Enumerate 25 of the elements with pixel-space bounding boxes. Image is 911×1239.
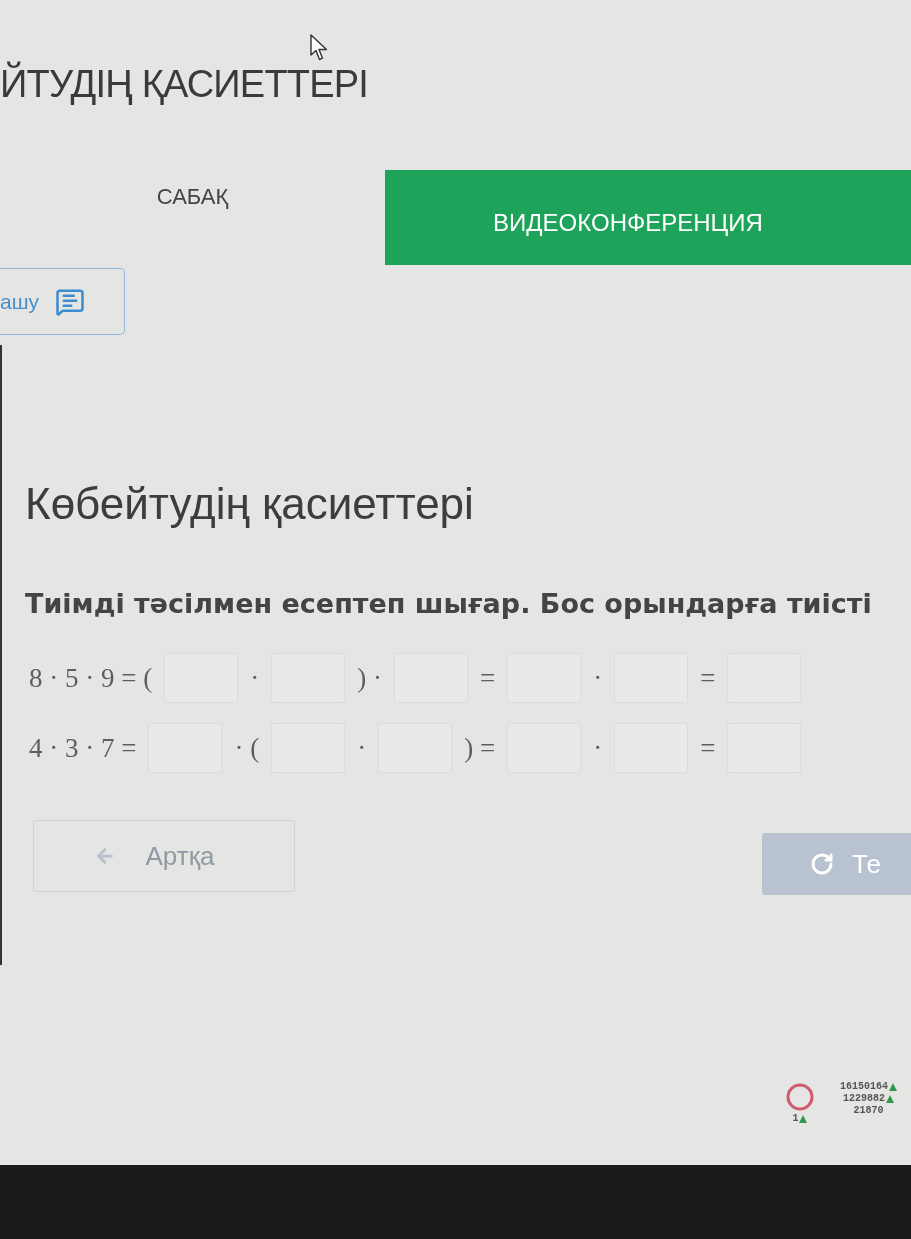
equation-text: 4 · 3 · 7 = bbox=[28, 732, 138, 764]
equation-text: · bbox=[592, 662, 604, 694]
equation-text: · bbox=[356, 732, 368, 764]
cursor-icon bbox=[310, 34, 330, 61]
equation-text: 8 · 5 · 9 = ( bbox=[28, 662, 154, 694]
equation-text: = bbox=[699, 732, 717, 764]
tab[interactable]: ВИДЕОКОНФЕРЕНЦИЯ bbox=[385, 170, 911, 265]
page-title: ЙТУДІҢ ҚАСИЕТТЕРІ bbox=[0, 62, 369, 106]
circular-arrow-icon bbox=[810, 852, 834, 876]
stat-value: 16150164 bbox=[840, 1081, 888, 1093]
ring-icon bbox=[786, 1083, 814, 1111]
equation-text: ) · bbox=[356, 662, 383, 694]
discussion-button[interactable]: ашу bbox=[0, 268, 125, 335]
equation-text: = bbox=[478, 662, 497, 694]
tab[interactable]: САБАҚ bbox=[0, 170, 385, 265]
stat-value: 1 bbox=[792, 1113, 799, 1125]
equation-text: ) = bbox=[463, 732, 497, 764]
equation-text: · ( bbox=[233, 732, 261, 764]
equation-text: = bbox=[699, 662, 717, 694]
equation-text: · bbox=[592, 732, 604, 764]
equation-text: · bbox=[249, 662, 261, 694]
task-instruction: Тиімді тәсілмен есептеп шығар. Бос орындарға тиісті bbox=[25, 587, 872, 621]
lesson-title: Көбейтудің қасиеттері bbox=[25, 478, 474, 530]
stat-value: 1229882 bbox=[843, 1093, 885, 1105]
stat-value: 21870 bbox=[853, 1105, 884, 1117]
